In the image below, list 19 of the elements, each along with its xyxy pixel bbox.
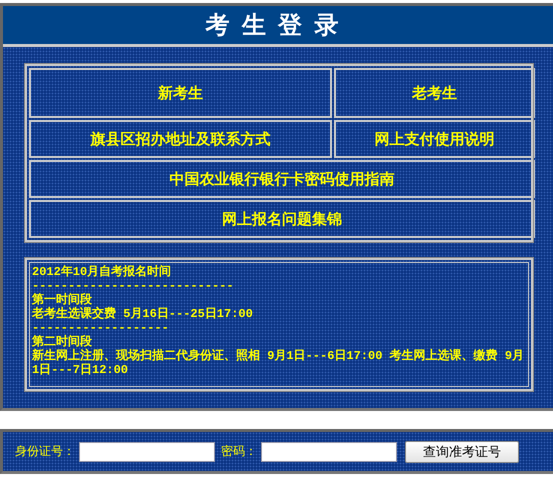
notice-text: ---------------------------- xyxy=(32,279,235,293)
menu-link[interactable]: 网上报名问题集锦 xyxy=(29,200,535,238)
id-label: 身份证号： xyxy=(15,443,75,460)
menu-link[interactable]: 中国农业银行银行卡密码使用指南 xyxy=(29,160,535,198)
notice-text: 新生网上注册、现场扫描二代身份证、照相 9月1日---6日17:00 考生网上选课、缴费 9月1日---7日12:00 xyxy=(32,349,526,377)
password-field[interactable] xyxy=(261,442,397,462)
menu-link[interactable]: 旗县区招办地址及联系方式 xyxy=(29,120,332,158)
notice-text: ------------------- xyxy=(32,321,170,335)
notice-text: 2012年10月自考报名时间 xyxy=(32,265,172,279)
notice-text: 第一时间段 xyxy=(32,293,92,307)
password-label: 密码： xyxy=(221,443,257,460)
query-button[interactable]: 查询准考证号 xyxy=(405,440,519,462)
menu-link[interactable]: 新考生 xyxy=(29,68,332,118)
id-number-field[interactable] xyxy=(79,442,215,462)
page-title: 考 生 登 录 xyxy=(205,10,341,39)
menu-link[interactable]: 老考生 xyxy=(334,68,535,118)
notice-text: 第二时间段 xyxy=(32,335,92,349)
notice-text: 老考生选课交费 5月16日---25日17:00 xyxy=(32,307,254,321)
menu-link[interactable]: 网上支付使用说明 xyxy=(334,120,535,158)
